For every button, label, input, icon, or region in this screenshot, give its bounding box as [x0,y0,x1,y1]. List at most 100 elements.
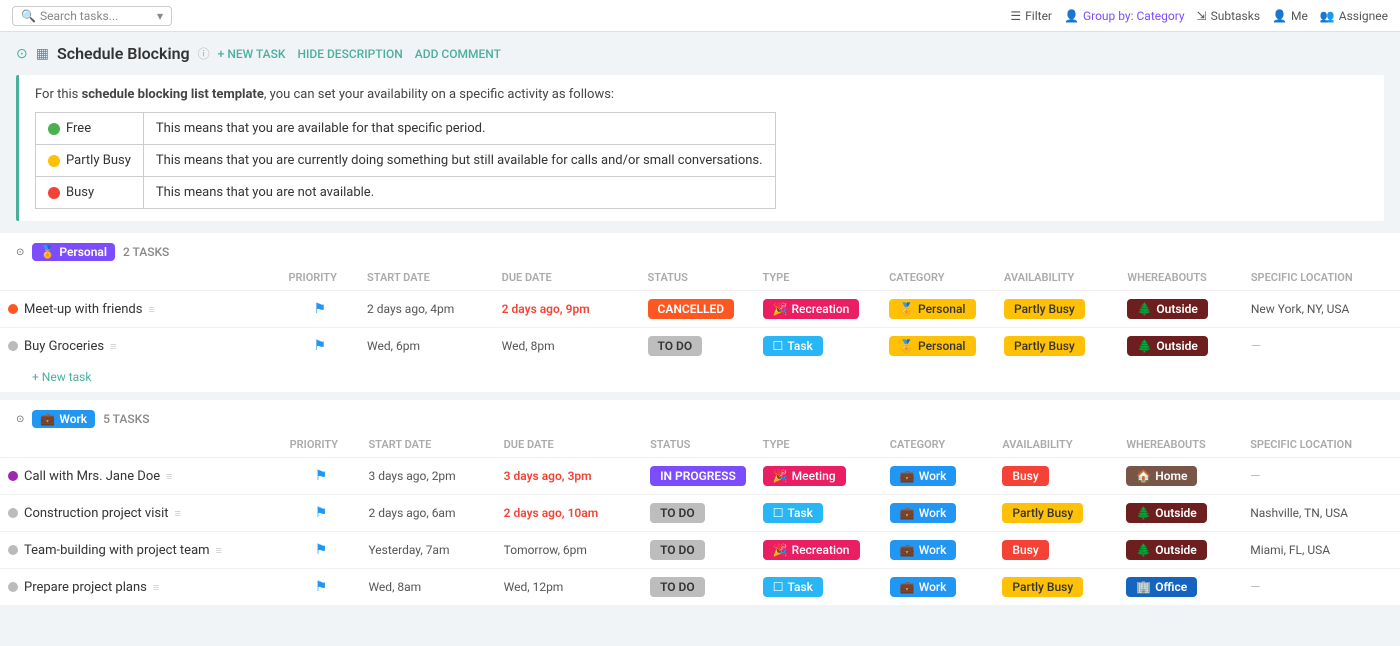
location-cell: Nashville, TN, USA [1242,495,1400,532]
task-name: Buy Groceries ≡ [8,339,273,354]
flag-icon[interactable]: ⚑ [315,542,328,558]
type-icon: 🎉 [773,543,788,557]
due-date: 2 days ago, 10am [504,506,599,520]
whereabouts-badge: 🌲 Outside [1126,503,1206,523]
type-cell: ☐ Task [755,495,882,532]
chevron-down-icon: ▾ [157,9,163,23]
page-title: Schedule Blocking [57,44,190,63]
collapse-icon[interactable]: ⊙ [16,46,28,62]
type-badge: ☐ Task [763,336,823,356]
col-priority-header: PRIORITY [281,265,360,291]
personal-chevron[interactable]: ⊙ [16,247,24,258]
due-date-cell: Wed, 12pm [496,569,642,606]
cat-label: Personal [918,339,965,353]
type-badge: ☐ Task [763,577,823,597]
type-cell: ☐ Task [755,328,882,365]
type-cell: ☐ Task [755,569,882,606]
type-badge: 🎉 Meeting [763,466,846,486]
whereabouts-cell: 🏠 Home [1118,458,1242,495]
hide-description-button[interactable]: HIDE DESCRIPTION [297,47,402,61]
filter-icon: ☰ [1010,9,1021,23]
where-label: Outside [1156,339,1198,353]
where-label: Outside [1155,543,1197,557]
type-label: Recreation [792,302,850,316]
task-name-cell: Prepare project plans ≡ [0,569,282,606]
whereabouts-badge: 🌲 Outside [1126,540,1206,560]
equals-icon: ≡ [175,507,181,520]
new-task-button[interactable]: + NEW TASK [218,47,286,61]
priority-cell: ⚑ [281,291,360,328]
where-label: Outside [1156,302,1198,316]
task-title: Meet-up with friends [24,302,142,317]
me-button[interactable]: 👤 Me [1272,9,1308,23]
location-text: Nashville, TN, USA [1250,506,1348,520]
group-by-button[interactable]: 👤 Group by: Category [1064,9,1185,23]
work-col-cat-header: CATEGORY [882,432,995,458]
work-col-start-header: START DATE [360,432,495,458]
whereabouts-cell: 🌲 Outside [1119,291,1242,328]
cat-label: Work [919,506,947,520]
cat-icon: 💼 [900,580,915,594]
type-badge: ☐ Task [763,503,823,523]
status-cell: TO DO [642,532,755,569]
priority-cell: ⚑ [282,495,361,532]
status-badge: TO DO [650,540,705,560]
cat-label: Work [919,543,947,557]
category-cell: 💼 Work [882,569,995,606]
flag-icon[interactable]: ⚑ [313,338,326,354]
col-where-header: WHEREABOUTS [1119,265,1242,291]
task-dot [8,582,18,592]
col-loc-header: SPECIFIC LOCATION [1243,265,1400,291]
personal-task-table: PRIORITY START DATE DUE DATE STATUS TYPE… [0,265,1400,364]
col-status-header: STATUS [640,265,755,291]
task-title: Construction project visit [24,506,169,521]
search-box[interactable]: 🔍 Search tasks... ▾ [12,6,172,26]
flag-icon[interactable]: ⚑ [315,468,328,484]
type-cell: 🎉 Recreation [755,532,882,569]
personal-icon: 🏅 [40,245,55,259]
filter-button[interactable]: ☰ Filter [1010,9,1052,23]
flag-icon[interactable]: ⚑ [315,505,328,521]
cat-icon: 🏅 [899,302,914,316]
avail-row-busy: Busy This means that you are not availab… [36,177,776,209]
status-cell: IN PROGRESS [642,458,755,495]
task-title: Team-building with project team [24,543,210,558]
col-type-header: TYPE [755,265,882,291]
due-date-cell: 2 days ago, 10am [496,495,642,532]
task-dot [8,304,18,314]
location-dash: — [1251,339,1261,354]
assignee-button[interactable]: 👥 Assignee [1320,9,1388,23]
flag-icon[interactable]: ⚑ [315,579,328,595]
flag-icon[interactable]: ⚑ [313,301,326,317]
add-comment-button[interactable]: ADD COMMENT [415,47,501,61]
where-icon: 🌲 [1136,543,1151,557]
equals-icon: ≡ [110,340,116,353]
work-tag: 💼 Work [32,410,95,428]
work-col-avail-header: AVAILABILITY [994,432,1118,458]
personal-section: ⊙ 🏅 Personal 2 TASKS PRIORITY START DATE… [0,233,1400,392]
dot-red [48,187,60,199]
dot-yellow [48,155,60,167]
dot-green [48,123,60,135]
status-badge: TO DO [650,503,705,523]
equals-icon: ≡ [148,303,154,316]
category-badge: 💼 Work [890,466,957,486]
location-dash: — [1250,469,1260,484]
whereabouts-cell: 🏢 Office [1118,569,1242,606]
personal-tag: 🏅 Personal [32,243,115,261]
subtasks-button[interactable]: ⇲ Subtasks [1197,9,1260,23]
whereabouts-badge: 🌲 Outside [1127,336,1207,356]
due-date: 3 days ago, 3pm [504,469,592,483]
status-badge: CANCELLED [648,299,735,319]
task-title: Buy Groceries [24,339,104,354]
availability-badge: Busy [1002,540,1048,560]
due-date-cell: 2 days ago, 9pm [494,291,640,328]
work-chevron[interactable]: ⊙ [16,414,24,425]
personal-new-task[interactable]: + New task [0,364,1400,392]
location-cell: Miami, FL, USA [1242,532,1400,569]
category-cell: 💼 Work [882,458,995,495]
status-badge: TO DO [648,336,703,356]
work-col-where-header: WHEREABOUTS [1118,432,1242,458]
col-start-header: START DATE [359,265,494,291]
work-col-status-header: STATUS [642,432,755,458]
